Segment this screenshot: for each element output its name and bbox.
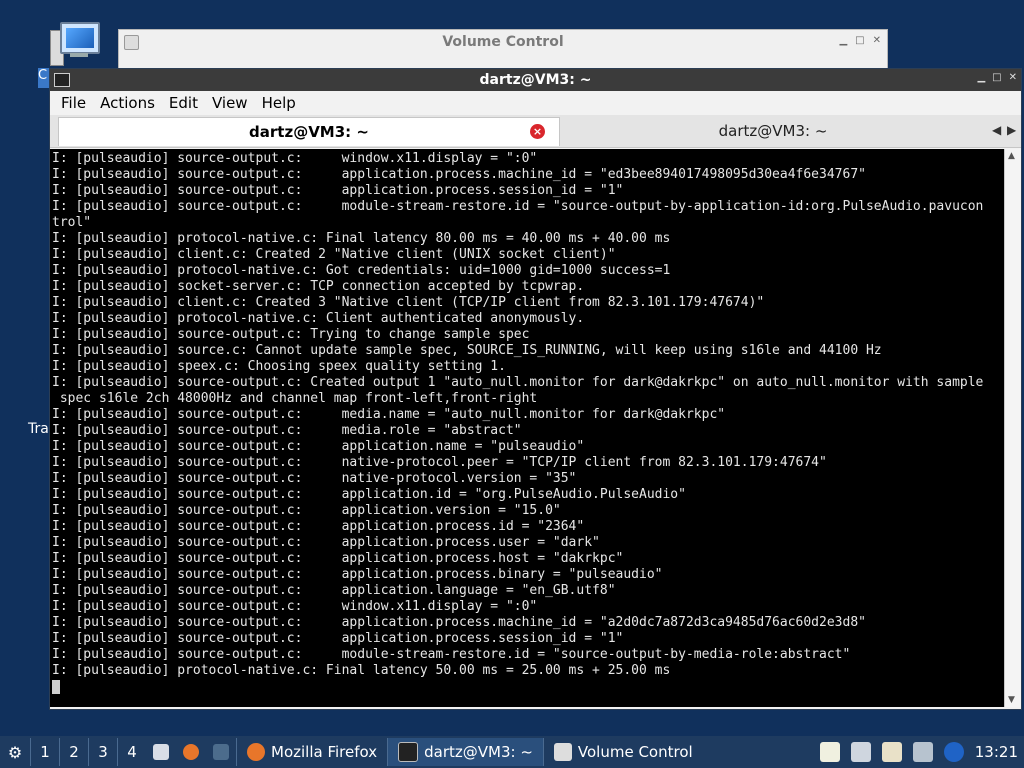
menu-help[interactable]: Help bbox=[255, 94, 303, 112]
terminal-line: trol" bbox=[52, 215, 92, 230]
terminal-line: I: [pulseaudio] source-output.c: Created… bbox=[52, 375, 984, 390]
terminal-window[interactable]: dartz@VM3: ~ ▁ □ ✕ File Actions Edit Vie… bbox=[49, 68, 1022, 710]
tab-label: dartz@VM3: ~ bbox=[718, 122, 828, 140]
minimize-icon[interactable]: ▁ bbox=[839, 35, 847, 46]
terminal-titlebar[interactable]: dartz@VM3: ~ ▁ □ ✕ bbox=[50, 69, 1021, 91]
volume-window-title: Volume Control bbox=[442, 34, 564, 50]
firefox-icon bbox=[247, 743, 265, 761]
close-tab-icon[interactable]: × bbox=[530, 124, 545, 139]
menu-edit[interactable]: Edit bbox=[162, 94, 205, 112]
terminal-line: I: [pulseaudio] source-output.c: applica… bbox=[52, 631, 624, 646]
tab-label: dartz@VM3: ~ bbox=[249, 123, 369, 141]
terminal-line: I: [pulseaudio] source-output.c: module-… bbox=[52, 647, 851, 662]
speaker-icon[interactable] bbox=[850, 742, 871, 762]
tab-active[interactable]: dartz@VM3: ~ × bbox=[58, 117, 560, 146]
terminal-line: I: [pulseaudio] source-output.c: Trying … bbox=[52, 327, 530, 342]
terminal-line: I: [pulseaudio] protocol-native.c: Final… bbox=[52, 231, 671, 246]
file-manager-launcher-icon[interactable] bbox=[146, 738, 176, 766]
maximize-icon[interactable]: □ bbox=[855, 35, 864, 46]
terminal-line: I: [pulseaudio] protocol-native.c: Final… bbox=[52, 663, 671, 678]
terminal-line: I: [pulseaudio] source-output.c: applica… bbox=[52, 615, 866, 630]
computer-desktop-icon[interactable] bbox=[50, 20, 102, 66]
terminal-line: I: [pulseaudio] source-output.c: window.… bbox=[52, 599, 538, 614]
menubar: File Actions Edit View Help bbox=[50, 91, 1021, 115]
menu-file[interactable]: File bbox=[54, 94, 93, 112]
scroll-down-icon[interactable]: ▼ bbox=[1008, 695, 1015, 705]
terminal-line: I: [pulseaudio] source-output.c: media.r… bbox=[52, 423, 522, 438]
terminal-output[interactable]: I: [pulseaudio] source-output.c: window.… bbox=[50, 149, 1005, 707]
minimize-icon[interactable]: ▁ bbox=[977, 72, 985, 83]
menu-actions[interactable]: Actions bbox=[93, 94, 162, 112]
firefox-launcher-icon[interactable] bbox=[176, 738, 206, 766]
notes-icon[interactable] bbox=[819, 742, 840, 762]
close-icon[interactable]: ✕ bbox=[1009, 72, 1017, 83]
terminal-line: I: [pulseaudio] source-output.c: native-… bbox=[52, 455, 827, 470]
terminal-line: I: [pulseaudio] source-output.c: media.n… bbox=[52, 407, 726, 422]
maximize-icon[interactable]: □ bbox=[992, 72, 1001, 83]
task-terminal[interactable]: dartz@VM3: ~ bbox=[387, 738, 543, 766]
terminal-cursor bbox=[52, 679, 60, 694]
terminal-line: I: [pulseaudio] source-output.c: applica… bbox=[52, 503, 561, 518]
tab-bar: dartz@VM3: ~ × dartz@VM3: ~ ◀ ▶ bbox=[50, 115, 1021, 148]
terminal-window-title: dartz@VM3: ~ bbox=[479, 72, 592, 88]
terminal-icon bbox=[398, 742, 419, 762]
terminal-scrollbar[interactable]: ▲ ▼ bbox=[1004, 149, 1021, 707]
tab-inactive[interactable]: dartz@VM3: ~ bbox=[558, 117, 988, 145]
terminal-line: I: [pulseaudio] source-output.c: applica… bbox=[52, 487, 686, 502]
close-icon[interactable]: ✕ bbox=[873, 35, 881, 46]
terminal-line: I: [pulseaudio] source-output.c: applica… bbox=[52, 519, 585, 534]
task-firefox[interactable]: Mozilla Firefox bbox=[236, 738, 387, 766]
terminal-line: I: [pulseaudio] socket-server.c: TCP con… bbox=[52, 279, 585, 294]
terminal-line: I: [pulseaudio] source-output.c: module-… bbox=[52, 199, 984, 214]
terminal-line: I: [pulseaudio] source-output.c: window.… bbox=[52, 151, 538, 166]
terminal-line: I: [pulseaudio] source-output.c: applica… bbox=[52, 167, 866, 182]
taskbar: ⚙ 1 2 3 4 Mozilla Firefox dartz@VM3: ~ V… bbox=[0, 736, 1024, 768]
workspace-1[interactable]: 1 bbox=[30, 738, 59, 766]
terminal-line: I: [pulseaudio] source-output.c: applica… bbox=[52, 583, 616, 598]
volume-app-icon bbox=[124, 35, 139, 50]
network-icon[interactable] bbox=[912, 742, 933, 762]
terminal-line: I: [pulseaudio] source-output.c: applica… bbox=[52, 439, 585, 454]
task-label: Mozilla Firefox bbox=[271, 743, 378, 761]
clipboard-icon[interactable] bbox=[881, 742, 902, 762]
volume-control-icon bbox=[553, 743, 572, 761]
tab-scroll-right-icon[interactable]: ▶ bbox=[1007, 123, 1016, 137]
clock[interactable]: 13:21 bbox=[975, 743, 1018, 761]
workspace-2[interactable]: 2 bbox=[59, 738, 88, 766]
terminal-line: I: [pulseaudio] source.c: Cannot update … bbox=[52, 343, 882, 358]
workspace-4[interactable]: 4 bbox=[117, 738, 146, 766]
trash-label-fragment[interactable]: Tra bbox=[28, 421, 49, 437]
terminal-launcher-icon[interactable] bbox=[206, 738, 236, 766]
task-label: Volume Control bbox=[577, 743, 693, 761]
tab-scroll-left-icon[interactable]: ◀ bbox=[992, 123, 1001, 137]
system-tray: 13:21 bbox=[819, 742, 1024, 762]
terminal-line: I: [pulseaudio] client.c: Created 3 "Nat… bbox=[52, 295, 765, 310]
terminal-line: I: [pulseaudio] source-output.c: applica… bbox=[52, 567, 663, 582]
menu-view[interactable]: View bbox=[205, 94, 255, 112]
terminal-line: I: [pulseaudio] source-output.c: applica… bbox=[52, 535, 600, 550]
terminal-line: I: [pulseaudio] protocol-native.c: Got c… bbox=[52, 263, 671, 278]
terminal-line: I: [pulseaudio] client.c: Created 2 "Nat… bbox=[52, 247, 616, 262]
scroll-up-icon[interactable]: ▲ bbox=[1008, 151, 1015, 161]
terminal-line: I: [pulseaudio] source-output.c: applica… bbox=[52, 551, 624, 566]
task-label: dartz@VM3: ~ bbox=[424, 743, 533, 761]
info-icon[interactable] bbox=[943, 742, 964, 762]
task-volume-control[interactable]: Volume Control bbox=[542, 738, 703, 766]
terminal-line: I: [pulseaudio] protocol-native.c: Clien… bbox=[52, 311, 585, 326]
terminal-app-icon bbox=[54, 73, 70, 87]
terminal-line: I: [pulseaudio] source-output.c: native-… bbox=[52, 471, 577, 486]
workspace-3[interactable]: 3 bbox=[88, 738, 117, 766]
start-menu-icon[interactable]: ⚙ bbox=[0, 738, 30, 766]
terminal-line: spec s16le 2ch 48000Hz and channel map f… bbox=[52, 391, 538, 406]
terminal-line: I: [pulseaudio] speex.c: Choosing speex … bbox=[52, 359, 506, 374]
terminal-line: I: [pulseaudio] source-output.c: applica… bbox=[52, 183, 624, 198]
